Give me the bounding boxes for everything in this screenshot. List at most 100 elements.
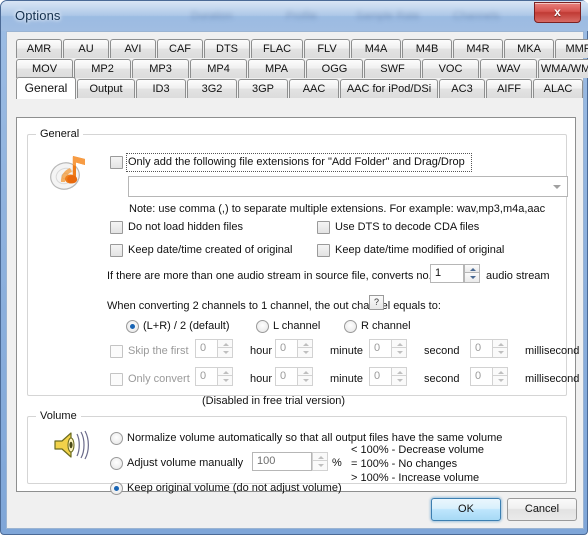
only-convert-minute-spinner-down[interactable] bbox=[297, 376, 313, 386]
skip-first-second-spinner-up[interactable] bbox=[391, 339, 407, 348]
tab-3gp[interactable]: 3GP bbox=[238, 79, 288, 98]
only-add-extensions-checkbox[interactable] bbox=[110, 156, 123, 169]
keep-created-label: Keep date/time created of original bbox=[128, 244, 293, 256]
do-not-load-hidden-checkbox[interactable] bbox=[110, 221, 123, 234]
chevron-down-icon[interactable] bbox=[553, 185, 561, 189]
volume-manual-spinner-down[interactable] bbox=[312, 461, 328, 471]
ok-button[interactable]: OK bbox=[431, 498, 501, 521]
skip-first-checkbox[interactable] bbox=[110, 345, 123, 358]
tab-mp2[interactable]: MP2 bbox=[74, 59, 131, 78]
tab-mov[interactable]: MOV bbox=[16, 59, 73, 78]
tab-m4r[interactable]: M4R bbox=[453, 39, 503, 58]
tab-avi[interactable]: AVI bbox=[110, 39, 156, 58]
only-convert-hour-spinner-down[interactable] bbox=[217, 376, 233, 386]
tab-wav[interactable]: WAV bbox=[480, 59, 537, 78]
channel-radio-r[interactable] bbox=[344, 320, 357, 333]
do-not-load-hidden-label: Do not load hidden files bbox=[128, 221, 243, 233]
volume-radio-manual[interactable] bbox=[110, 457, 123, 470]
tab-mka[interactable]: MKA bbox=[504, 39, 554, 58]
only-convert-millisecond-spinner-down[interactable] bbox=[492, 376, 508, 386]
channel-help-button[interactable]: ? bbox=[369, 295, 384, 310]
only-add-extensions-label: Only add the following file extensions f… bbox=[128, 156, 465, 168]
tab-ac3[interactable]: AC3 bbox=[439, 79, 485, 98]
audio-stream-spinner-up[interactable] bbox=[464, 264, 480, 273]
tab-3g2[interactable]: 3G2 bbox=[187, 79, 237, 98]
tab-m4a[interactable]: M4A bbox=[351, 39, 401, 58]
only-convert-millisecond-spinner[interactable] bbox=[492, 367, 508, 386]
tab-voc[interactable]: VOC bbox=[422, 59, 479, 78]
tab-dts[interactable]: DTS bbox=[204, 39, 250, 58]
channel-radio-r-label: R channel bbox=[361, 320, 411, 332]
tab-ogg[interactable]: OGG bbox=[306, 59, 363, 78]
tab-aac[interactable]: AAC bbox=[289, 79, 339, 98]
cancel-button[interactable]: Cancel bbox=[507, 498, 577, 521]
background-ghost-text-3: Sample Rate bbox=[356, 10, 420, 22]
audio-stream-spinner[interactable] bbox=[464, 264, 480, 283]
skip-first-millisecond-spinner-up[interactable] bbox=[492, 339, 508, 348]
audio-stream-input[interactable]: 1 bbox=[430, 264, 464, 283]
tab-mp4[interactable]: MP4 bbox=[190, 59, 247, 78]
only-convert-millisecond-spinner-up[interactable] bbox=[492, 367, 508, 376]
extensions-combo[interactable] bbox=[128, 176, 568, 197]
tab-output[interactable]: Output bbox=[77, 79, 135, 98]
skip-first-second-spinner[interactable] bbox=[391, 339, 407, 358]
skip-first-hour-spinner-up[interactable] bbox=[217, 339, 233, 348]
channel-radio-lr2[interactable] bbox=[126, 320, 139, 333]
options-window: Duration Profile Sample Rate Channels Op… bbox=[0, 0, 588, 535]
only-convert-minute-spinner[interactable] bbox=[297, 367, 313, 386]
skip-first-minute-spinner-down[interactable] bbox=[297, 348, 313, 358]
volume-manual-input[interactable]: 100 bbox=[252, 452, 312, 471]
skip-first-minute-spinner-up[interactable] bbox=[297, 339, 313, 348]
skip-first-label: Skip the first bbox=[128, 345, 189, 357]
only-convert-second-spinner[interactable] bbox=[391, 367, 407, 386]
volume-manual-spinner[interactable] bbox=[312, 452, 328, 471]
cd-music-note-icon bbox=[49, 152, 91, 192]
only-convert-hour-spinner-up[interactable] bbox=[217, 367, 233, 376]
tab-mpa[interactable]: MPA bbox=[248, 59, 305, 78]
tab-au[interactable]: AU bbox=[63, 39, 109, 58]
skip-first-second-label: second bbox=[424, 345, 460, 357]
audio-stream-value: 1 bbox=[435, 267, 442, 279]
audio-stream-suffix-label: audio stream bbox=[486, 270, 550, 282]
tab-aac-for-ipod-dsi[interactable]: AAC for iPod/DSi bbox=[340, 79, 438, 98]
tab-flac[interactable]: FLAC bbox=[251, 39, 303, 58]
skip-first-hour-value: 0 bbox=[200, 342, 207, 354]
tab-flv[interactable]: FLV bbox=[304, 39, 350, 58]
only-convert-second-spinner-down[interactable] bbox=[391, 376, 407, 386]
skip-first-millisecond-spinner-down[interactable] bbox=[492, 348, 508, 358]
channel-radio-lr2-label: (L+R) / 2 (default) bbox=[143, 320, 230, 332]
tab-caf[interactable]: CAF bbox=[157, 39, 203, 58]
tab-id3[interactable]: ID3 bbox=[136, 79, 186, 98]
use-dts-checkbox[interactable] bbox=[317, 221, 330, 234]
keep-modified-checkbox[interactable] bbox=[317, 244, 330, 257]
only-convert-hour-spinner[interactable] bbox=[217, 367, 233, 386]
audio-stream-spinner-down[interactable] bbox=[464, 273, 480, 283]
tab-strip: AMRAUAVICAFDTSFLACFLVM4AM4BM4RMKAMMF MOV… bbox=[16, 39, 588, 99]
keep-created-checkbox[interactable] bbox=[110, 244, 123, 257]
tab-m4b[interactable]: M4B bbox=[402, 39, 452, 58]
tab-wma-wmv-asf[interactable]: WMA/WMV/ASF bbox=[538, 59, 588, 78]
tab-aiff[interactable]: AIFF bbox=[486, 79, 532, 98]
close-button[interactable]: x bbox=[534, 2, 581, 23]
skip-first-hour-spinner[interactable] bbox=[217, 339, 233, 358]
skip-first-hour-spinner-down[interactable] bbox=[217, 348, 233, 358]
only-convert-second-spinner-up[interactable] bbox=[391, 367, 407, 376]
tab-swf[interactable]: SWF bbox=[364, 59, 421, 78]
tab-mp3[interactable]: MP3 bbox=[132, 59, 189, 78]
volume-manual-spinner-up[interactable] bbox=[312, 452, 328, 461]
skip-first-minute-spinner[interactable] bbox=[297, 339, 313, 358]
only-convert-minute-spinner-up[interactable] bbox=[297, 367, 313, 376]
tab-mmf[interactable]: MMF bbox=[555, 39, 588, 58]
volume-radio-normalize[interactable] bbox=[110, 432, 123, 445]
volume-percent-sign: % bbox=[332, 457, 342, 469]
skip-first-second-spinner-down[interactable] bbox=[391, 348, 407, 358]
volume-radio-keep-original[interactable] bbox=[110, 482, 123, 495]
tab-alac[interactable]: ALAC bbox=[533, 79, 583, 98]
skip-first-millisecond-spinner[interactable] bbox=[492, 339, 508, 358]
background-ghost-text-2: Profile bbox=[286, 10, 318, 22]
title-bar: Duration Profile Sample Rate Channels Op… bbox=[1, 1, 588, 31]
tab-general[interactable]: General bbox=[16, 77, 76, 99]
channel-radio-l[interactable] bbox=[256, 320, 269, 333]
only-convert-checkbox[interactable] bbox=[110, 373, 123, 386]
tab-amr[interactable]: AMR bbox=[16, 39, 62, 58]
